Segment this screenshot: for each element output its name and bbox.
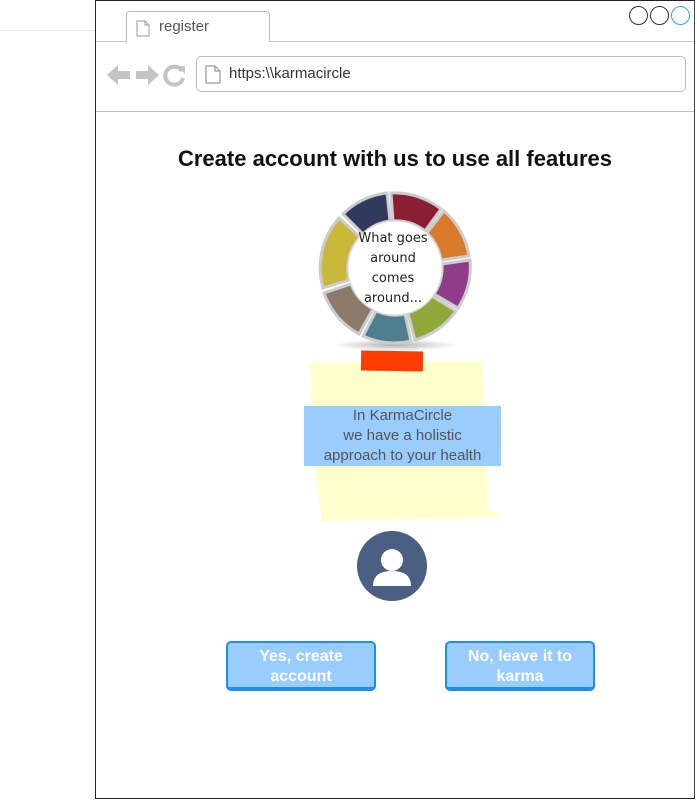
health-callout: In KarmaCircle we have a holistic approa… <box>304 406 501 466</box>
logo-caption: What goes around comes around... <box>333 229 453 309</box>
nav-buttons <box>106 63 188 87</box>
browser-window: register https:\\karmacircle Create acco… <box>95 0 695 799</box>
tab-title: register <box>159 18 210 35</box>
button-label: account <box>270 668 332 685</box>
button-label: karma <box>496 668 544 685</box>
window-control-icon[interactable] <box>671 6 690 25</box>
window-control-icon[interactable] <box>650 6 669 25</box>
logo-line: around... <box>363 291 423 306</box>
toolbar-divider <box>96 111 694 112</box>
window-control-icon[interactable] <box>629 6 648 25</box>
user-avatar-icon <box>373 549 411 586</box>
page-title: Create account with us to use all featur… <box>177 146 612 171</box>
back-arrow-icon[interactable] <box>106 63 132 87</box>
avatar[interactable] <box>357 531 427 601</box>
callout-line: approach to your health <box>323 447 482 464</box>
window-controls <box>629 6 690 25</box>
logo-line: What goes <box>358 231 428 246</box>
callout-line: we have a holistic <box>343 427 462 444</box>
sticky-tape <box>360 350 424 372</box>
address-bar[interactable]: https:\\karmacircle <box>196 56 686 92</box>
callout-line: In KarmaCircle <box>352 407 453 424</box>
decline-button[interactable]: No, leave it to karma <box>445 641 595 691</box>
forward-arrow-icon[interactable] <box>134 63 160 87</box>
reload-icon[interactable] <box>162 63 188 87</box>
document-icon <box>136 20 150 42</box>
stray-divider <box>0 30 95 31</box>
url-text: https:\\karmacircle <box>229 65 351 82</box>
document-icon <box>205 65 221 89</box>
browser-tab[interactable]: register <box>126 11 270 41</box>
button-label: No, leave it to <box>467 648 573 665</box>
logo-line: around <box>370 251 416 266</box>
logo-line: comes <box>371 271 415 286</box>
button-label: Yes, create <box>259 648 343 665</box>
create-account-button[interactable]: Yes, create account <box>226 641 376 691</box>
